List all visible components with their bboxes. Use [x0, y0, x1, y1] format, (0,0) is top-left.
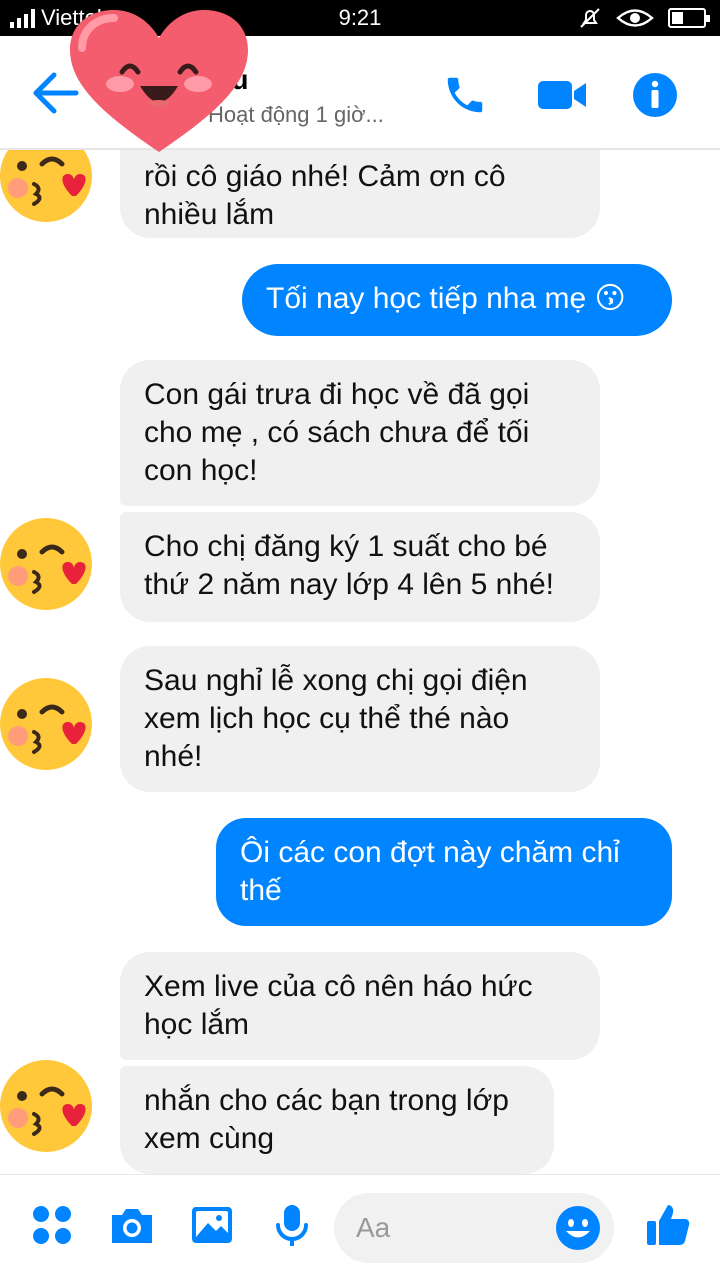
message-bubble-incoming[interactable]: Xem live của cô nên háo hức học lắm: [120, 952, 600, 1060]
message-list[interactable]: rồi cô giáo nhé! Cảm ơn cô nhiều lắm Tối…: [0, 150, 720, 1174]
message-bubble-incoming[interactable]: Sau nghỉ lễ xong chị gọi điện xem lịch h…: [120, 646, 600, 792]
thumbs-up-icon[interactable]: [644, 1201, 692, 1249]
contact-avatar[interactable]: [0, 1056, 96, 1156]
microphone-icon[interactable]: [268, 1201, 316, 1249]
message-bubble-outgoing[interactable]: Ôi các con đợt này chăm chỉ thế: [216, 818, 672, 926]
message-input[interactable]: [356, 1205, 536, 1251]
contact-avatar[interactable]: [0, 150, 96, 226]
message-bubble-incoming[interactable]: Con gái trưa đi học về đã gọi cho mẹ , c…: [120, 360, 600, 506]
message-composer: [0, 1174, 720, 1280]
eye-icon: [616, 9, 654, 27]
phone-icon[interactable]: [442, 72, 488, 118]
battery-icon: [668, 8, 710, 28]
heart-sticker: [70, 10, 248, 152]
message-bubble-incoming[interactable]: Cho chị đăng ký 1 suất cho bé thứ 2 năm …: [120, 512, 600, 622]
video-camera-icon[interactable]: [536, 72, 588, 118]
message-input-container[interactable]: [334, 1193, 614, 1263]
contact-avatar[interactable]: [0, 514, 96, 614]
contact-avatar[interactable]: [0, 674, 96, 774]
camera-icon[interactable]: [108, 1201, 156, 1249]
message-bubble-incoming[interactable]: nhắn cho các bạn trong lớp xem cùng: [120, 1066, 554, 1174]
emoji-icon[interactable]: [554, 1204, 602, 1252]
message-bubble-incoming[interactable]: rồi cô giáo nhé! Cảm ơn cô nhiều lắm: [120, 150, 600, 238]
mute-bell-icon: [580, 8, 600, 28]
info-icon[interactable]: [632, 72, 678, 118]
apps-grid-icon[interactable]: [28, 1201, 76, 1249]
image-icon[interactable]: [188, 1201, 236, 1249]
message-bubble-outgoing[interactable]: Tối nay học tiếp nha mẹ 😗: [242, 264, 672, 336]
